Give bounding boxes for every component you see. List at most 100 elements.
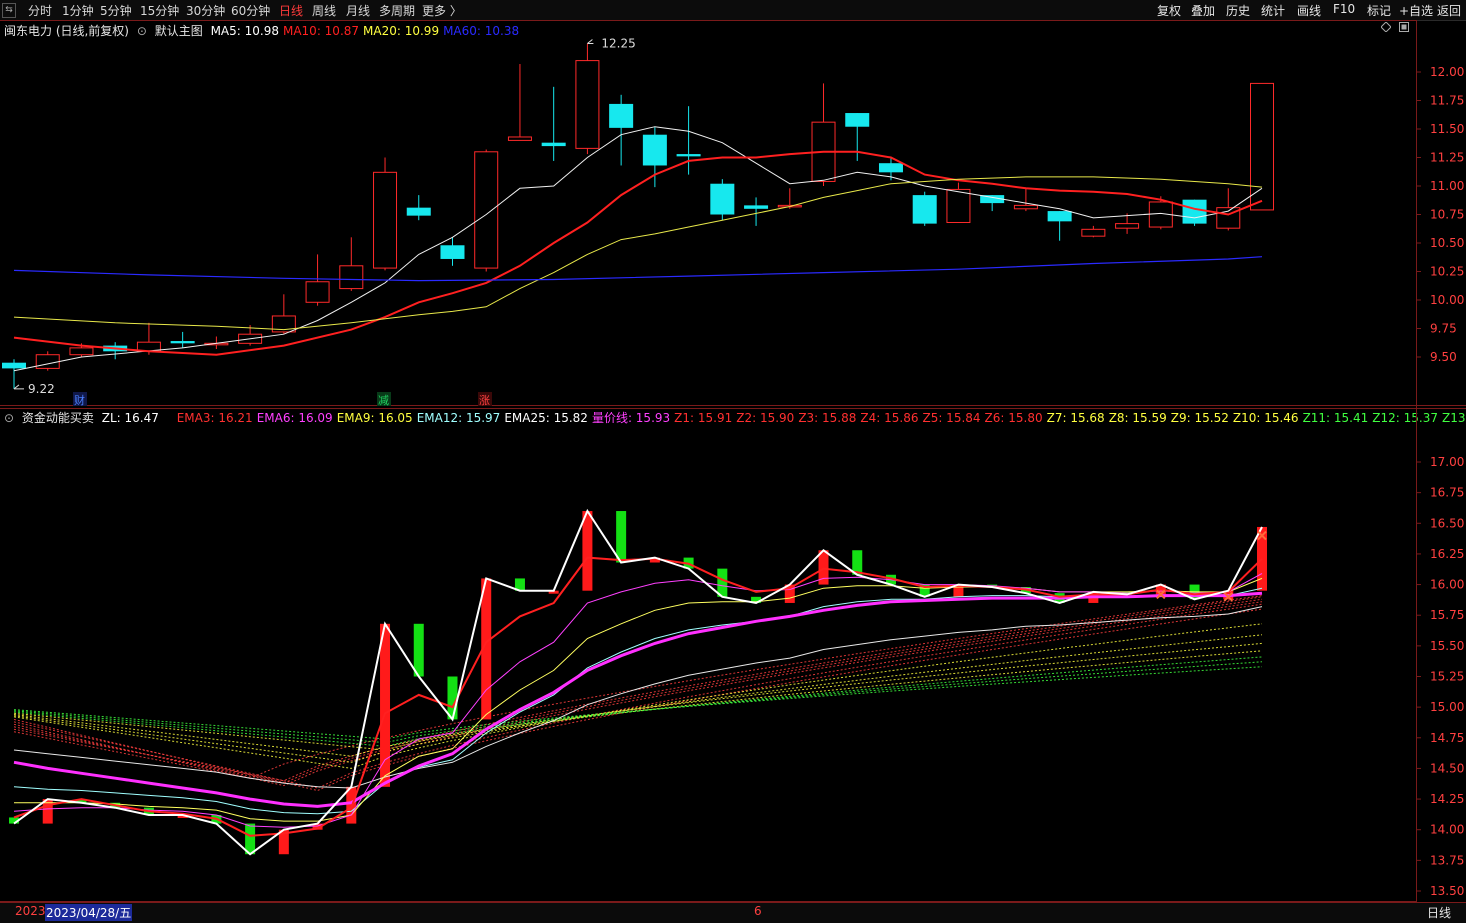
current-date: 2023/04/28/五 (45, 904, 133, 921)
candle-body (103, 345, 128, 352)
indicator-legend-label: Z12: 15.37 (1372, 411, 1438, 425)
period-tab[interactable]: 多周期 (379, 2, 415, 19)
z-fan-line (13, 634, 1263, 763)
period-tab[interactable]: 日线 (279, 2, 303, 19)
main-chart-info: 闽东电力 (日线,前复权) ⊙ 默认主图 MA5: 10.98 MA10: 10.… (4, 22, 527, 39)
ma-legend-label: MA60: 10.38 (443, 24, 520, 38)
momentum-bar (987, 584, 998, 588)
toolbar-action-button[interactable]: 复权 (1157, 2, 1181, 19)
indicator-legend-label: Z4: 15.86 (860, 411, 919, 425)
event-mark: 减 (378, 394, 389, 407)
candle-body (406, 207, 431, 216)
momentum-bar (481, 578, 492, 720)
price-tick-label: 10.50 (1430, 236, 1464, 250)
price-tick-label: 11.75 (1430, 94, 1464, 108)
candle-body (575, 60, 600, 149)
z-fan-line (13, 608, 1263, 792)
event-mark-box (73, 392, 87, 406)
toolbar-action-button[interactable]: 标记 (1367, 2, 1391, 19)
momentum-bar (143, 807, 154, 816)
indicator-legend-label: Z6: 15.80 (984, 411, 1043, 425)
ma-legend-label: MA5: 10.98 (210, 24, 279, 38)
indicator-tick-label: 16.75 (1430, 486, 1464, 500)
momentum-bar (177, 815, 188, 819)
period-tab[interactable]: 更多 〉 (422, 2, 462, 19)
template-name[interactable]: 默认主图 (155, 24, 203, 38)
candle-body (2, 362, 26, 369)
ma60-line (13, 256, 1263, 282)
stock-title[interactable]: 闽东电力 (日线,前复权) (4, 24, 129, 38)
toolbar-action-button[interactable]: 叠加 (1191, 2, 1215, 19)
ema25-line (13, 606, 1263, 789)
candle-body (1013, 204, 1038, 210)
price-tick-label: 11.50 (1430, 122, 1464, 136)
indicator-title[interactable]: 资金动能买卖 (22, 411, 94, 425)
momentum-bar (717, 568, 728, 597)
diamond-icon[interactable] (1381, 22, 1391, 32)
low-marker-icon (13, 384, 24, 390)
momentum-bar (818, 550, 829, 585)
toolbar-action-button[interactable]: 统计 (1261, 2, 1285, 19)
indicator-legend-label: Z9: 15.52 (1170, 411, 1229, 425)
period-tab[interactable]: 5分钟 (100, 2, 132, 19)
template-icon[interactable]: ⊙ (137, 24, 147, 38)
year-label: 2023 (15, 904, 46, 918)
ma20-line (13, 176, 1263, 331)
z-fan-line (13, 656, 1263, 747)
period-tab[interactable]: 1分钟 (62, 2, 94, 19)
period-tab[interactable]: 分时 (28, 2, 52, 19)
indicator-legend-label: Z7: 15.68 (1046, 411, 1105, 425)
momentum-bar (110, 802, 121, 808)
z-fan-line (13, 650, 1263, 751)
candle-body (1148, 201, 1173, 228)
toolbar-action-button[interactable]: 历史 (1226, 2, 1250, 19)
momentum-bar (751, 596, 762, 603)
indicator-tick-label: 15.50 (1430, 639, 1464, 653)
ema12-line (13, 587, 1263, 815)
candle-body (744, 205, 769, 209)
momentum-bar (413, 623, 424, 677)
period-tab[interactable]: 30分钟 (186, 2, 225, 19)
period-tab[interactable]: 15分钟 (140, 2, 179, 19)
toolbar-action-button[interactable]: F10 (1333, 2, 1355, 16)
candle-body (946, 188, 971, 223)
momentum-bar (514, 578, 525, 591)
z-fan-line (13, 666, 1263, 740)
indicator-legend-label: Z13: 15.33 (1441, 411, 1466, 425)
momentum-bar (649, 557, 660, 563)
ma-legend-label: MA10: 10.87 (282, 24, 360, 38)
indicator-settings-icon[interactable]: ⊙ (4, 411, 14, 425)
indicator-tick-label: 16.00 (1430, 578, 1464, 592)
signal-cross-icon (1257, 530, 1267, 541)
chart-canvas[interactable]: 12.25 9.22 财 减 涨 12.00 11.75 11.50 11.25 11.00 10… (0, 0, 1466, 922)
toolbar-action-button[interactable]: +自选 (1399, 2, 1433, 19)
period-tab[interactable]: 周线 (312, 2, 336, 19)
window-toggle-icon[interactable] (1399, 22, 1409, 32)
price-tick-label: 11.25 (1430, 151, 1464, 165)
price-tick-label: 10.25 (1430, 265, 1464, 279)
momentum-bar (1257, 526, 1268, 591)
momentum-bar (548, 590, 559, 594)
momentum-bar (447, 676, 458, 720)
indicator-tick-label: 16.50 (1430, 516, 1464, 530)
indicator-legend-label: Z1: 15.91 (674, 411, 733, 425)
candle-body (440, 245, 465, 259)
momentum-bar (346, 786, 357, 824)
period-tab[interactable]: 60分钟 (231, 2, 270, 19)
candle-body (373, 171, 398, 269)
indicator-tick-label: 15.00 (1430, 700, 1464, 714)
period-label[interactable]: 日线 (1427, 904, 1451, 921)
indicator-legend-label: Z8: 15.59 (1108, 411, 1167, 425)
indicator-tick-label: 17.00 (1430, 455, 1464, 469)
event-mark-box (478, 392, 492, 406)
candle-body (204, 342, 229, 346)
panel-toggle-icon[interactable]: ⇆ (2, 3, 16, 18)
indicator-tick-label: 14.50 (1430, 761, 1464, 775)
signal-cross-icon (1156, 589, 1166, 600)
zl-value: ZL: 16.47 (101, 411, 159, 425)
period-tab[interactable]: 月线 (346, 2, 370, 19)
toolbar-action-button[interactable]: 返回 (1437, 2, 1461, 19)
candle-body (845, 113, 870, 127)
momentum-bar (1155, 584, 1166, 595)
toolbar-action-button[interactable]: 画线 (1297, 2, 1321, 19)
